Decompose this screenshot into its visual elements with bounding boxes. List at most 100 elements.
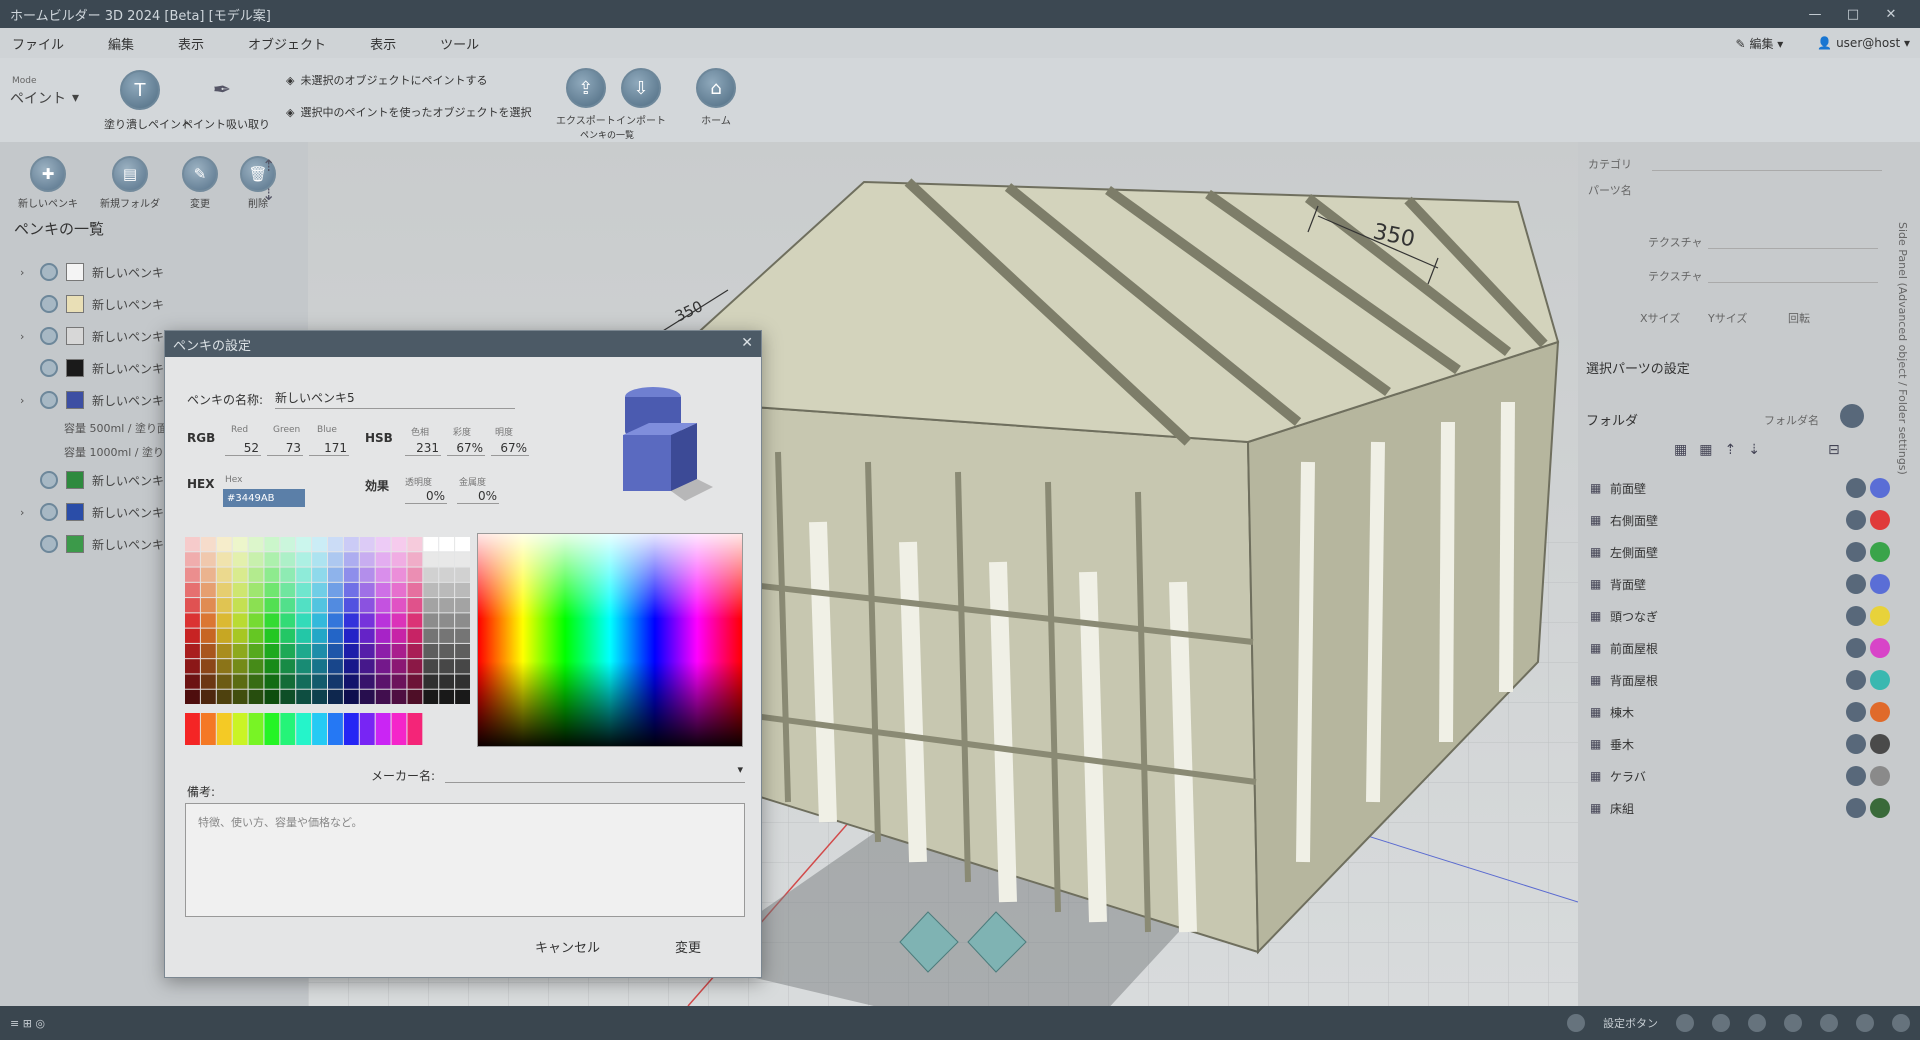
palette-swatch[interactable]	[264, 613, 280, 628]
palette-swatch[interactable]	[248, 659, 264, 674]
palette-swatch[interactable]	[375, 567, 391, 582]
palette-swatch[interactable]	[185, 643, 200, 659]
palette-swatch[interactable]	[423, 659, 439, 674]
palette-swatch[interactable]	[407, 674, 423, 689]
grid-icon[interactable]	[1712, 1014, 1730, 1032]
list-item[interactable]: ▦ 右側面壁	[1590, 504, 1890, 536]
palette-swatch[interactable]	[264, 628, 280, 643]
palette-swatch[interactable]	[264, 643, 280, 659]
visibility-icon[interactable]	[1846, 766, 1866, 786]
palette-swatch[interactable]	[407, 628, 423, 643]
import-button[interactable]: ⇩ インポート	[616, 68, 666, 127]
palette-swatch[interactable]	[407, 582, 423, 598]
visibility-icon[interactable]	[1846, 638, 1866, 658]
texture-sub-input[interactable]	[1708, 282, 1878, 283]
palette-swatch[interactable]	[296, 674, 312, 689]
chevron-right-icon[interactable]: ›	[20, 506, 32, 519]
palette-swatch[interactable]	[328, 537, 343, 552]
palette-swatch[interactable]	[232, 582, 248, 598]
palette-swatch[interactable]	[439, 567, 455, 582]
palette-swatch[interactable]	[216, 628, 232, 643]
palette-swatch[interactable]	[423, 598, 439, 613]
palette-swatch[interactable]	[359, 689, 375, 704]
color-dot[interactable]	[1870, 638, 1890, 658]
palette-swatch[interactable]	[185, 628, 200, 643]
color-spectrum-picker[interactable]	[477, 533, 743, 747]
palette-swatch[interactable]	[312, 552, 327, 567]
palette-swatch[interactable]	[296, 689, 312, 704]
visibility-icon[interactable]	[1846, 574, 1866, 594]
color-dot[interactable]	[1870, 766, 1890, 786]
palette-swatch[interactable]	[264, 537, 280, 552]
arrow-up-icon[interactable]: ⇡	[1724, 442, 1736, 458]
palette-swatch[interactable]	[200, 537, 216, 552]
ruler-icon[interactable]	[1820, 1014, 1838, 1032]
palette-swatch[interactable]	[423, 689, 439, 704]
list-item[interactable]: ▦ 垂木	[1590, 728, 1890, 760]
list-item[interactable]: ▦ 左側面壁	[1590, 536, 1890, 568]
palette-swatch[interactable]	[264, 552, 280, 567]
palette-swatch[interactable]	[343, 582, 359, 598]
palette-swatch[interactable]	[391, 674, 407, 689]
palette-swatch[interactable]	[248, 689, 264, 704]
blue-input[interactable]: 171	[309, 441, 349, 456]
collapse-icon[interactable]: ⊟	[1828, 442, 1840, 458]
palette-swatch[interactable]	[216, 537, 232, 552]
palette-swatch[interactable]	[423, 643, 439, 659]
palette-swatch[interactable]	[439, 628, 455, 643]
palette-swatch[interactable]	[185, 613, 200, 628]
palette-swatch[interactable]	[248, 598, 264, 613]
list-item[interactable]: 新しいペンキ	[20, 288, 300, 320]
palette-swatch[interactable]	[455, 613, 470, 628]
palette-swatch[interactable]	[423, 674, 439, 689]
palette-swatch[interactable]	[439, 598, 455, 613]
palette-swatch[interactable]	[185, 598, 200, 613]
palette-swatch[interactable]	[200, 659, 216, 674]
category-input[interactable]	[1652, 170, 1882, 171]
palette-swatch[interactable]	[391, 643, 407, 659]
palette-swatch[interactable]	[423, 537, 439, 552]
palette-swatch[interactable]	[359, 582, 375, 598]
palette-swatch[interactable]	[407, 537, 423, 552]
palette-swatch[interactable]	[185, 537, 200, 552]
palette-swatch[interactable]	[407, 613, 423, 628]
palette-swatch[interactable]	[328, 598, 343, 613]
palette-swatch[interactable]	[328, 659, 343, 674]
palette-swatch[interactable]	[280, 613, 296, 628]
list-item[interactable]: ▦ 床組	[1590, 792, 1890, 824]
paint-fill-button[interactable]: T	[120, 70, 160, 110]
palette-swatch[interactable]	[232, 643, 248, 659]
palette-swatch[interactable]	[280, 628, 296, 643]
palette-swatch[interactable]	[375, 582, 391, 598]
palette-swatch[interactable]	[455, 598, 470, 613]
palette-swatch[interactable]	[439, 552, 455, 567]
palette-swatch[interactable]	[264, 567, 280, 582]
palette-swatch[interactable]	[391, 689, 407, 704]
palette-swatch[interactable]	[296, 613, 312, 628]
layers-icon[interactable]	[1748, 1014, 1766, 1032]
palette-swatch[interactable]	[343, 659, 359, 674]
palette-swatch[interactable]	[328, 552, 343, 567]
palette-swatch[interactable]	[264, 674, 280, 689]
visibility-icon[interactable]	[1846, 542, 1866, 562]
visibility-icon[interactable]	[1846, 478, 1866, 498]
color-dot[interactable]	[1870, 510, 1890, 530]
palette-swatch[interactable]	[375, 537, 391, 552]
palette-swatch[interactable]	[391, 598, 407, 613]
palette-swatch[interactable]	[423, 552, 439, 567]
visibility-icon[interactable]	[1846, 798, 1866, 818]
palette-swatch[interactable]	[200, 567, 216, 582]
home-button[interactable]: ⌂ ホーム	[696, 68, 736, 127]
palette-swatch[interactable]	[200, 552, 216, 567]
change-button[interactable]: ✎ 変更	[182, 156, 218, 210]
palette-swatch[interactable]	[280, 674, 296, 689]
palette-swatch[interactable]	[248, 674, 264, 689]
palette-swatch[interactable]	[391, 552, 407, 567]
palette-swatch[interactable]	[328, 582, 343, 598]
palette-swatch[interactable]	[248, 643, 264, 659]
list-item[interactable]: ▦ 前面壁	[1590, 472, 1890, 504]
palette-swatch[interactable]	[200, 713, 216, 745]
palette-swatch[interactable]	[359, 552, 375, 567]
palette-swatch[interactable]	[359, 643, 375, 659]
close-icon[interactable]: ✕	[741, 335, 753, 351]
